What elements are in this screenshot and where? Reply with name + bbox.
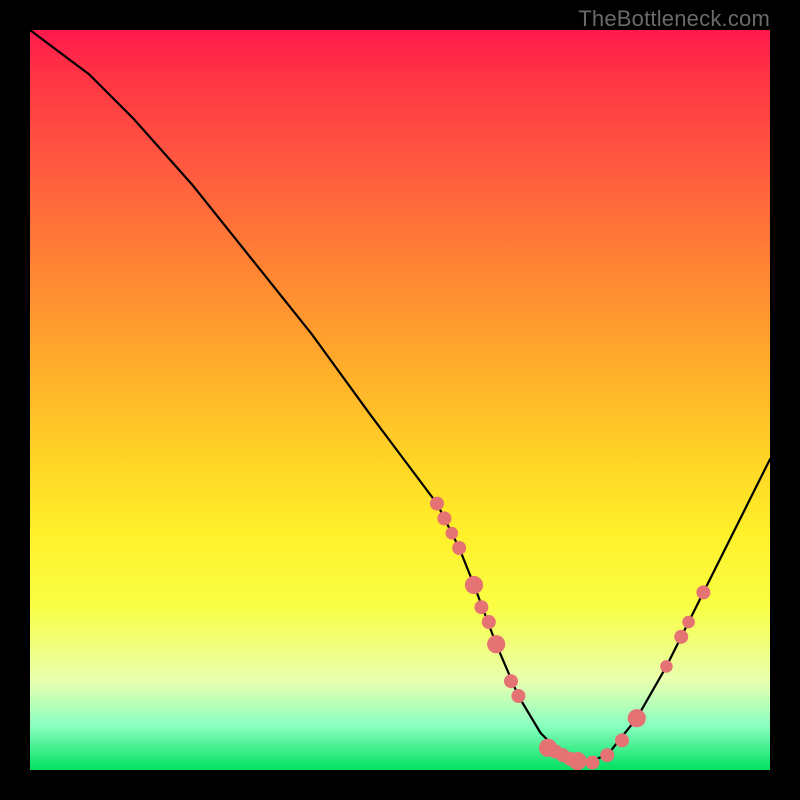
data-marker — [430, 497, 444, 511]
data-marker — [696, 585, 710, 599]
data-marker — [628, 709, 646, 727]
data-marker — [660, 660, 673, 673]
data-marker — [504, 674, 518, 688]
data-marker — [585, 756, 599, 770]
data-marker — [615, 733, 629, 747]
data-marker — [437, 511, 451, 525]
data-marker — [446, 527, 459, 540]
data-marker — [474, 600, 488, 614]
data-marker — [482, 615, 496, 629]
data-marker — [682, 616, 695, 629]
data-marker — [569, 752, 587, 770]
data-marker — [452, 541, 466, 555]
data-marker — [674, 630, 688, 644]
curve-line — [30, 30, 770, 763]
data-marker — [511, 689, 525, 703]
data-marker — [487, 635, 505, 653]
data-marker — [465, 576, 483, 594]
watermark-text: TheBottleneck.com — [578, 6, 770, 32]
bottleneck-chart — [30, 30, 770, 770]
data-marker — [600, 748, 614, 762]
plot-area — [30, 30, 770, 770]
